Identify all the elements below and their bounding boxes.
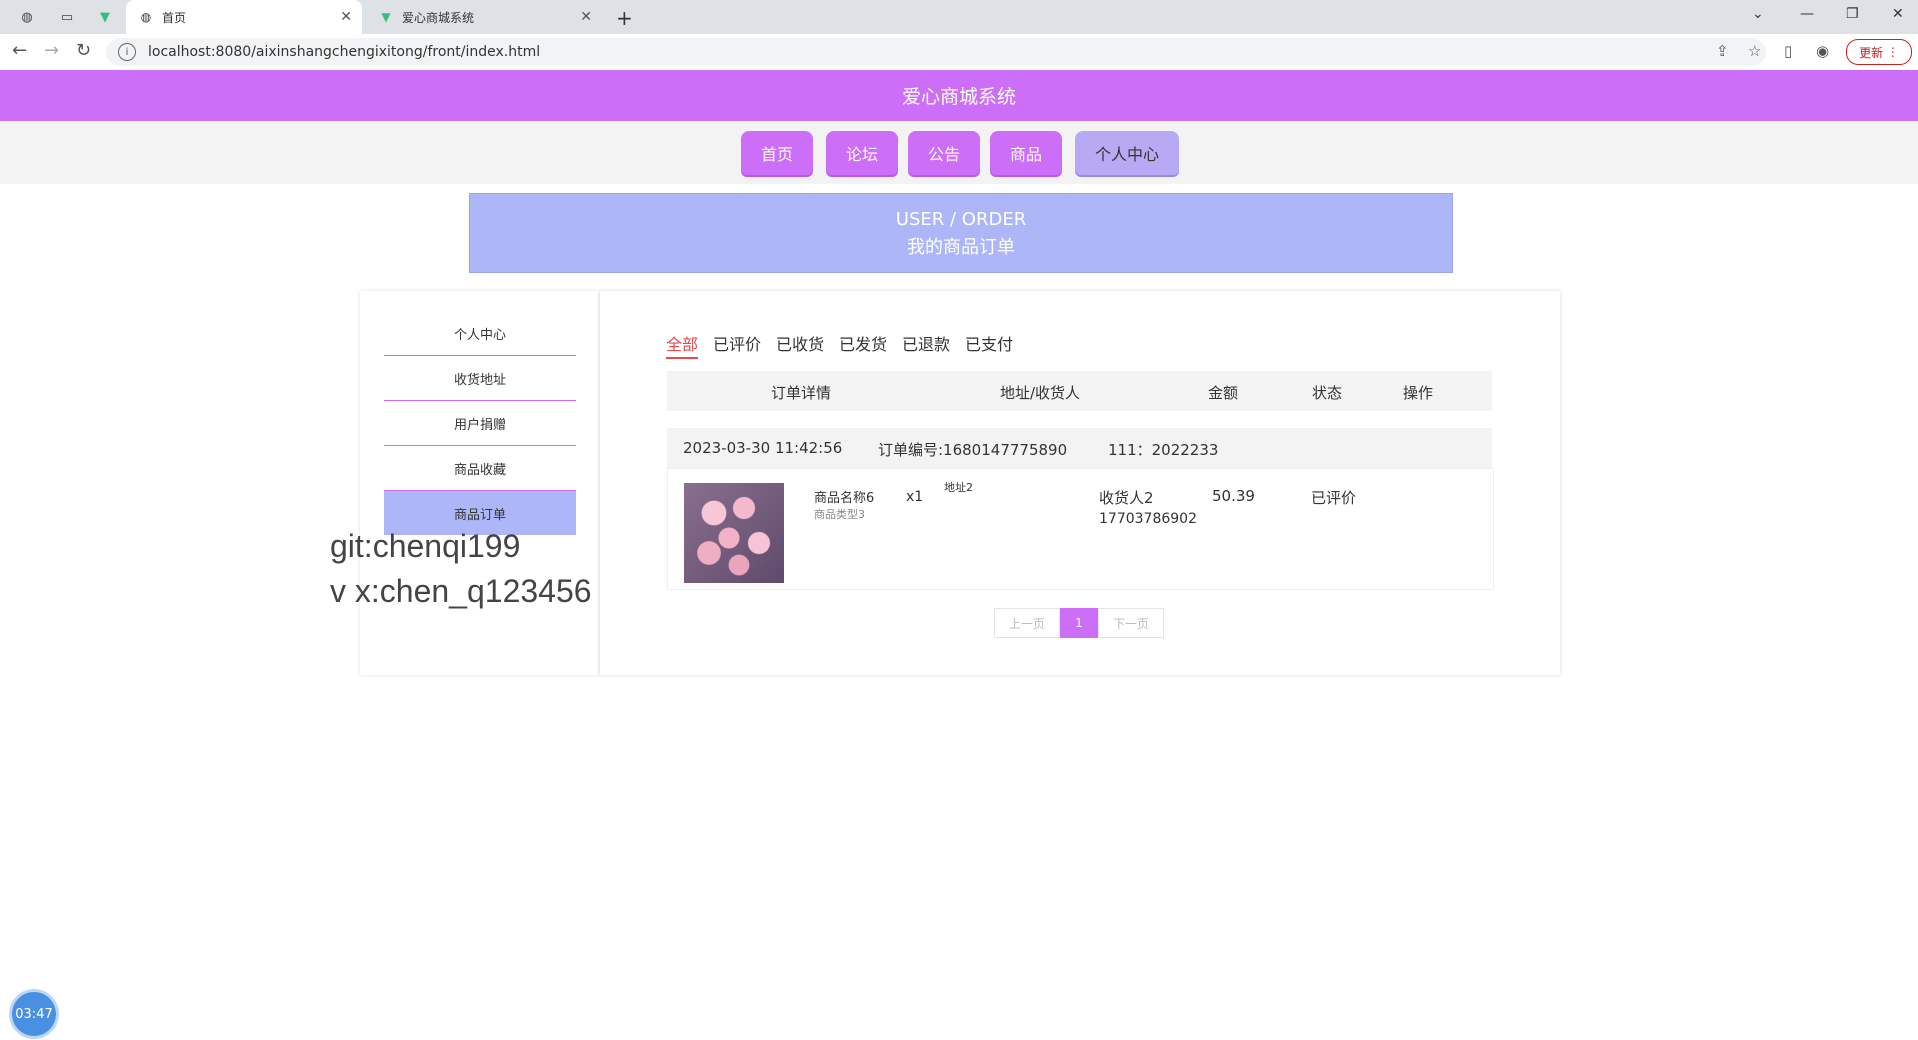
- pagination: 上一页 1 下一页: [994, 608, 1164, 638]
- share-icon[interactable]: ⇪: [1716, 42, 1729, 60]
- pinned-tab-blank-icon[interactable]: ▭: [58, 8, 76, 26]
- minimize-icon[interactable]: —: [1800, 6, 1814, 22]
- sidebar-item-favorites[interactable]: 商品收藏: [384, 446, 576, 491]
- vue-icon: ▼: [381, 10, 391, 24]
- filter-tab-paid[interactable]: 已支付: [965, 331, 1013, 355]
- column-actions: 操作: [1403, 384, 1434, 402]
- browser-toolbar: ← → ↻ i localhost:8080/aixinshangchengix…: [0, 34, 1918, 71]
- globe-icon: ◍: [140, 10, 152, 24]
- main-nav: 首页 论坛 公告 商品 个人中心: [0, 121, 1918, 184]
- order-status: 已评价: [1311, 489, 1357, 507]
- tab-title: 爱心商城系统: [402, 10, 475, 25]
- window-close-icon[interactable]: ✕: [1892, 6, 1904, 22]
- update-label: 更新: [1859, 45, 1884, 60]
- order-datetime: 2023-03-30 11:42:56: [683, 439, 843, 457]
- filter-tab-refunded[interactable]: 已退款: [902, 331, 950, 355]
- watermark-line-1: git:chenqi199: [330, 528, 521, 564]
- page-1-button[interactable]: 1: [1060, 608, 1098, 638]
- filter-tab-all[interactable]: 全部: [666, 331, 699, 359]
- order-number: 订单编号:1680147775890: [878, 441, 1068, 459]
- filter-tab-reviewed[interactable]: 已评价: [713, 331, 761, 355]
- pinned-tab-globe-icon[interactable]: ◍: [18, 8, 36, 26]
- pinned-tab-vue-icon[interactable]: ▼: [96, 8, 114, 26]
- column-status: 状态: [1312, 384, 1343, 402]
- nav-home[interactable]: 首页: [741, 131, 813, 175]
- reload-icon[interactable]: ↻: [76, 40, 91, 61]
- product-quantity: x1: [906, 489, 924, 505]
- product-image[interactable]: [684, 483, 784, 583]
- update-button[interactable]: 更新 ⋮: [1846, 39, 1912, 65]
- banner-english-title: USER / ORDER: [895, 209, 1027, 230]
- order-user: 111：2022233: [1108, 441, 1219, 459]
- order-item-row: 商品名称6 商品类型3 x1 地址2 收货人2 17703786902 50.3…: [667, 468, 1494, 590]
- profile-icon[interactable]: ◉: [1816, 42, 1829, 60]
- next-page-button[interactable]: 下一页: [1098, 608, 1164, 638]
- prev-page-button[interactable]: 上一页: [994, 608, 1060, 638]
- filter-tab-received[interactable]: 已收货: [776, 331, 824, 355]
- product-name: 商品名称6: [814, 491, 875, 506]
- address-bar[interactable]: i localhost:8080/aixinshangchengixitong/…: [106, 38, 1766, 66]
- receiver-phone: 17703786902: [1099, 511, 1197, 527]
- nav-forum[interactable]: 论坛: [826, 131, 898, 175]
- tab-home[interactable]: ◍ 首页 ✕: [126, 0, 362, 34]
- filter-tab-shipped[interactable]: 已发货: [839, 331, 887, 355]
- site-title: 爱心商城系统: [901, 86, 1016, 108]
- nav-user-center[interactable]: 个人中心: [1075, 131, 1179, 175]
- tab-title: 首页: [162, 10, 187, 25]
- column-address-receiver: 地址/收货人: [1000, 384, 1081, 402]
- receiver-name: 收货人2: [1099, 489, 1154, 507]
- watermark-line-2: v x:chen_q123456: [330, 573, 592, 609]
- restore-icon[interactable]: ❐: [1846, 6, 1859, 22]
- order-address: 地址2: [944, 481, 973, 494]
- user-sidebar: 个人中心 收货地址 用户捐赠 商品收藏 商品订单: [360, 291, 598, 675]
- site-info-icon[interactable]: i: [118, 43, 136, 61]
- tab-search-chevron-icon[interactable]: ⌄: [1752, 6, 1764, 22]
- column-amount: 金额: [1208, 384, 1239, 402]
- sidebar-item-address[interactable]: 收货地址: [384, 356, 576, 401]
- tab-mall[interactable]: ▼ 爱心商城系统 ✕: [366, 0, 602, 34]
- url-text[interactable]: localhost:8080/aixinshangchengixitong/fr…: [148, 44, 540, 60]
- nav-goods[interactable]: 商品: [990, 131, 1062, 175]
- bookmark-star-icon[interactable]: ☆: [1748, 42, 1761, 60]
- back-arrow-icon[interactable]: ←: [12, 40, 27, 61]
- close-icon[interactable]: ✕: [340, 9, 352, 25]
- page-banner: USER / ORDER 我的商品订单: [469, 193, 1453, 273]
- side-panel-icon[interactable]: ▯: [1784, 42, 1792, 60]
- order-header-row: 2023-03-30 11:42:56 订单编号:1680147775890 1…: [667, 428, 1492, 468]
- orders-panel: 全部 已评价 已收货 已发货 已退款 已支付 订单详情 地址/收货人 金额 状态…: [600, 291, 1560, 675]
- sidebar-item-donation[interactable]: 用户捐赠: [384, 401, 576, 446]
- site-header: 爱心商城系统: [0, 70, 1918, 121]
- order-amount: 50.39: [1212, 487, 1255, 505]
- close-icon[interactable]: ✕: [580, 9, 592, 25]
- forward-arrow-icon[interactable]: →: [44, 40, 59, 61]
- column-order-details: 订单详情: [771, 384, 832, 402]
- nav-notice[interactable]: 公告: [908, 131, 980, 175]
- banner-chinese-title: 我的商品订单: [907, 237, 1015, 258]
- orders-table-header: 订单详情 地址/收货人 金额 状态 操作: [667, 371, 1492, 411]
- sidebar-item-user-center[interactable]: 个人中心: [384, 311, 576, 356]
- product-type: 商品类型3: [814, 508, 865, 521]
- recording-timer: 03:47: [12, 992, 56, 1036]
- new-tab-plus-icon[interactable]: +: [616, 6, 633, 30]
- browser-tab-bar: ◍ ▭ ▼ ◍ 首页 ✕ ▼ 爱心商城系统 ✕ + ⌄ — ❐ ✕: [0, 0, 1918, 34]
